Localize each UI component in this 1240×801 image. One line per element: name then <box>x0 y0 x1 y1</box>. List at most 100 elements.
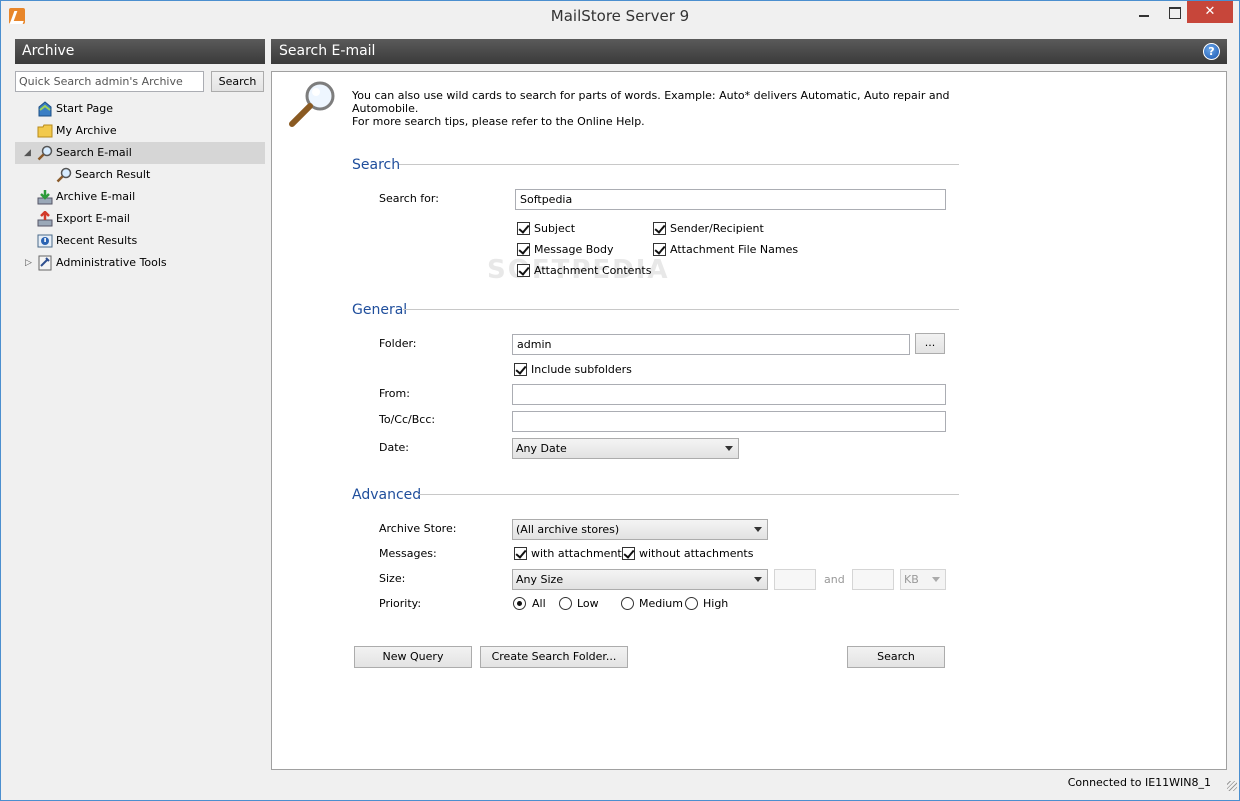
tree-item-recent-results[interactable]: Recent Results <box>37 230 257 252</box>
tree-expanded-arrow-icon[interactable]: ◢ <box>24 142 31 164</box>
include-subfolders-checkbox[interactable] <box>514 363 527 376</box>
tree-label: Archive E-mail <box>56 190 136 203</box>
tree-label: Search Result <box>75 168 151 181</box>
tree-item-administrative-tools[interactable]: ▷ Administrative Tools <box>15 252 265 274</box>
tree-item-archive-email[interactable]: Archive E-mail <box>37 186 257 208</box>
size-and-label: and <box>824 573 845 586</box>
date-select[interactable]: Any Date <box>512 438 739 459</box>
subject-checkbox[interactable] <box>517 222 530 235</box>
tree-label: My Archive <box>56 124 117 137</box>
tree-collapsed-arrow-icon[interactable]: ▷ <box>25 252 32 274</box>
message-body-label: Message Body <box>534 243 614 256</box>
date-label: Date: <box>379 441 409 454</box>
tree-item-start-page[interactable]: Start Page <box>37 98 257 120</box>
folder-icon <box>37 124 53 138</box>
section-divider <box>399 164 959 165</box>
recent-results-icon <box>37 234 53 248</box>
without-attachments-checkbox[interactable] <box>622 547 635 560</box>
attachment-file-names-checkbox[interactable] <box>653 243 666 256</box>
chevron-down-icon <box>725 446 733 451</box>
search-for-label: Search for: <box>379 192 439 205</box>
quick-search-button[interactable]: Search <box>211 71 264 92</box>
without-attachments-label: without attachments <box>639 547 754 560</box>
priority-medium-radio[interactable] <box>621 597 634 610</box>
tree-label: Export E-mail <box>56 212 130 225</box>
messages-label: Messages: <box>379 547 437 560</box>
search-for-input[interactable]: Softpedia <box>515 189 946 210</box>
archive-store-select-value: (All archive stores) <box>516 523 620 536</box>
chevron-down-icon <box>932 577 940 582</box>
tree-label: Recent Results <box>56 234 138 247</box>
chevron-down-icon <box>754 527 762 532</box>
tree-item-search-email[interactable]: ◢ Search E-mail <box>15 142 265 164</box>
browse-folder-button[interactable]: ... <box>915 333 945 354</box>
create-search-folder-button[interactable]: Create Search Folder... <box>480 646 628 668</box>
section-divider <box>418 494 959 495</box>
priority-medium-label: Medium <box>639 597 683 610</box>
tree-label: Administrative Tools <box>56 256 167 269</box>
priority-high-label: High <box>703 597 729 610</box>
title-bar: MailStore Server 9 ✕ <box>1 1 1239 31</box>
start-page-icon <box>38 101 52 117</box>
subject-label: Subject <box>534 222 576 235</box>
help-icon[interactable]: ? <box>1203 43 1220 60</box>
date-select-value: Any Date <box>516 442 567 455</box>
connection-status: Connected to IE11WIN8_1 <box>1067 776 1211 789</box>
priority-all-radio[interactable] <box>513 597 526 610</box>
magnifier-icon <box>37 145 53 161</box>
tree-label: Start Page <box>56 102 113 115</box>
folder-label: Folder: <box>379 337 417 350</box>
priority-low-label: Low <box>577 597 599 610</box>
new-query-button[interactable]: New Query <box>354 646 472 668</box>
from-input[interactable] <box>512 384 946 405</box>
tree-item-my-archive[interactable]: My Archive <box>37 120 257 142</box>
archive-email-icon <box>37 190 53 205</box>
to-cc-bcc-input[interactable] <box>512 411 946 432</box>
magnifier-icon <box>56 167 72 183</box>
tree-item-export-email[interactable]: Export E-mail <box>37 208 257 230</box>
maximize-button[interactable] <box>1159 1 1189 23</box>
chevron-down-icon <box>754 577 762 582</box>
size-select-value: Any Size <box>516 573 564 586</box>
size-max-input[interactable] <box>852 569 894 590</box>
message-body-checkbox[interactable] <box>517 243 530 256</box>
from-label: From: <box>379 387 410 400</box>
minimize-button[interactable] <box>1129 1 1159 23</box>
with-attachments-checkbox[interactable] <box>514 547 527 560</box>
archive-panel-header: Archive <box>15 39 265 64</box>
search-button[interactable]: Search <box>847 646 945 668</box>
priority-low-radio[interactable] <box>559 597 572 610</box>
sender-recipient-checkbox[interactable] <box>653 222 666 235</box>
archive-store-label: Archive Store: <box>379 522 457 535</box>
admin-tools-icon <box>38 255 52 271</box>
search-tip-line-2: For more search tips, please refer to th… <box>352 115 645 128</box>
export-email-icon <box>37 211 53 227</box>
app-window: MailStore Server 9 ✕ Archive Search Star… <box>0 0 1240 801</box>
section-title-general: General <box>352 302 408 318</box>
size-unit-select[interactable]: KB <box>900 569 946 590</box>
include-subfolders-label: Include subfolders <box>531 363 632 376</box>
with-attachments-label: with attachments <box>531 547 628 560</box>
status-bar: Connected to IE11WIN8_1 <box>1 773 1239 793</box>
size-min-input[interactable] <box>774 569 816 590</box>
close-button[interactable]: ✕ <box>1187 1 1233 23</box>
size-label: Size: <box>379 572 406 585</box>
attachment-contents-checkbox[interactable] <box>517 264 530 277</box>
section-divider <box>403 309 959 310</box>
search-tip-line-1: You can also use wild cards to search fo… <box>352 89 950 115</box>
window-title: MailStore Server 9 <box>550 7 690 25</box>
search-tip: You can also use wild cards to search fo… <box>352 89 972 128</box>
folder-input[interactable]: admin <box>512 334 910 355</box>
to-cc-bcc-label: To/Cc/Bcc: <box>379 413 436 426</box>
tree-item-search-result[interactable]: Search Result <box>56 164 256 186</box>
attachment-contents-label: Attachment Contents <box>534 264 652 277</box>
archive-store-select[interactable]: (All archive stores) <box>512 519 768 540</box>
quick-search-input[interactable] <box>15 71 204 92</box>
size-select[interactable]: Any Size <box>512 569 768 590</box>
search-email-panel-header: Search E-mail <box>271 39 1227 64</box>
resize-grip-icon[interactable] <box>1227 781 1237 791</box>
sender-recipient-label: Sender/Recipient <box>670 222 764 235</box>
size-unit-value: KB <box>904 573 919 586</box>
priority-high-radio[interactable] <box>685 597 698 610</box>
section-title-search: Search <box>352 157 401 173</box>
